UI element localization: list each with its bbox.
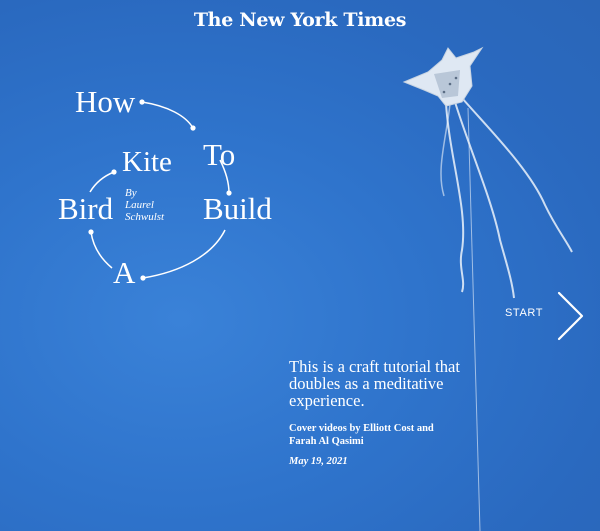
- start-label[interactable]: START: [505, 307, 543, 319]
- byline: By Laurel Schwulst: [125, 187, 164, 223]
- title-word-build: Build: [203, 191, 272, 226]
- title-word-how: How: [75, 84, 136, 119]
- byline-by: By: [125, 187, 137, 199]
- title-word-to: To: [203, 137, 236, 172]
- video-credits: Cover videos by Elliott Cost and Farah A…: [289, 423, 434, 447]
- title-cycle-diagram: [88, 99, 232, 281]
- title-word-bird: Bird: [58, 191, 114, 226]
- byline-author-first: Laurel: [125, 199, 154, 211]
- byline-author-last: Schwulst: [125, 211, 165, 223]
- chevron-right-icon[interactable]: [556, 290, 586, 342]
- title-word-a: A: [113, 255, 136, 290]
- publish-date: May 19, 2021: [289, 456, 348, 467]
- intro-text: This is a craft tutorial that doubles as…: [289, 357, 460, 410]
- title-word-kite: Kite: [122, 146, 172, 178]
